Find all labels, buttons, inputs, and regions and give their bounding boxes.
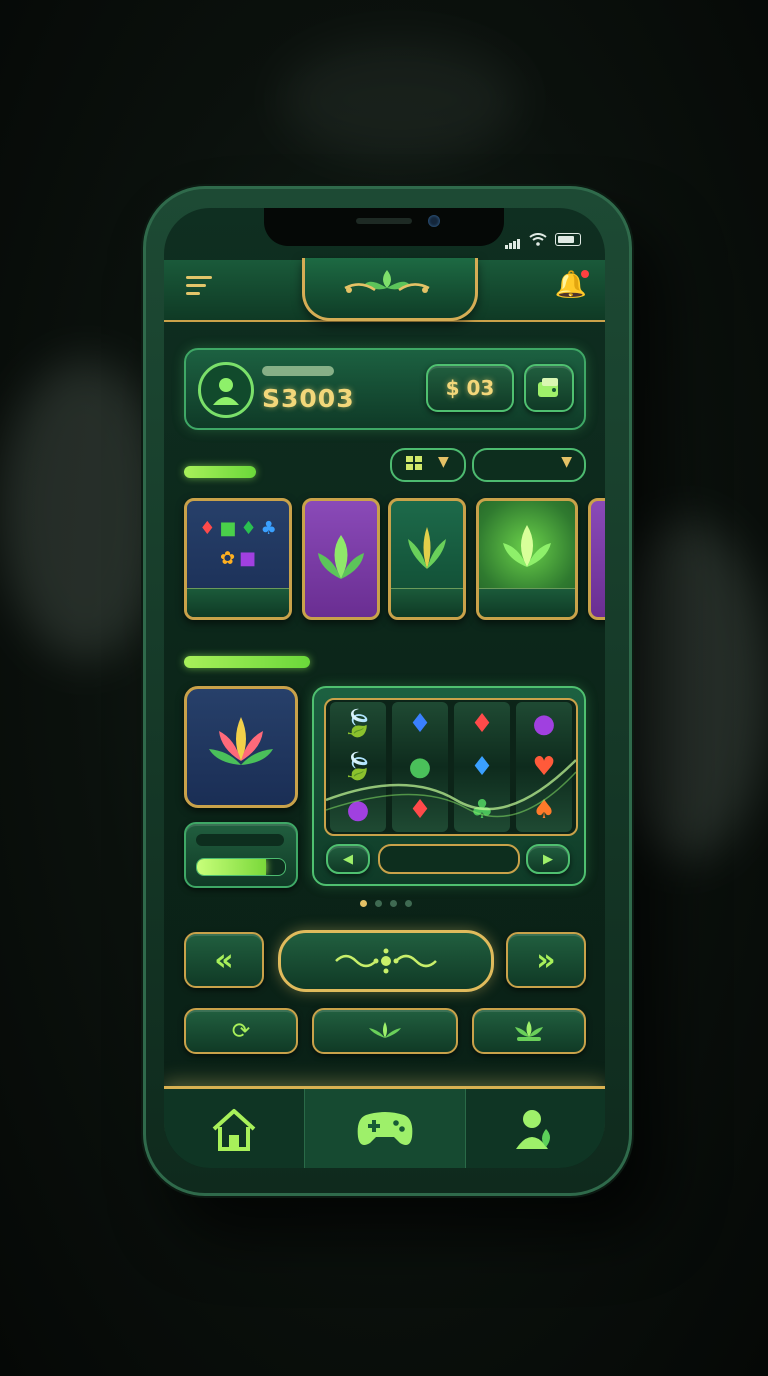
chevron-down-icon: ▼ <box>561 454 572 470</box>
slot-prev-button[interactable]: ◀ <box>326 844 370 874</box>
slot-next-button[interactable]: ▶ <box>526 844 570 874</box>
win-line-glow <box>326 759 576 818</box>
section-heading-bar <box>184 466 256 478</box>
pagination-dots <box>360 900 412 907</box>
pagination-dot[interactable] <box>390 900 397 907</box>
game-card[interactable]: ♦ ■ ♦ ♣ ✿ ■ <box>184 498 292 620</box>
balance-amount: S3003 <box>262 384 355 413</box>
nav-games[interactable] <box>304 1089 466 1168</box>
username-placeholder-bar <box>262 366 334 376</box>
plant-action-button[interactable] <box>472 1008 586 1054</box>
leaf-sprout-icon <box>369 1022 401 1038</box>
slot-bet-field[interactable] <box>378 844 520 874</box>
card-footer <box>479 588 575 617</box>
gamepad-icon <box>357 1112 413 1145</box>
game-card[interactable] <box>388 498 466 620</box>
game-card[interactable] <box>476 498 578 620</box>
user-avatar-icon[interactable] <box>198 362 254 418</box>
coins-value: $ 03 <box>445 376 495 400</box>
progress-label-bar <box>196 834 284 846</box>
nav-home[interactable] <box>164 1089 304 1168</box>
lotus-icon <box>187 689 295 799</box>
pagination-dot[interactable] <box>375 900 382 907</box>
coins-badge[interactable]: $ 03 <box>426 364 514 412</box>
wallet-icon[interactable] <box>524 364 574 412</box>
notch <box>264 208 504 246</box>
grid-view-toggle[interactable]: ▼ <box>390 448 466 482</box>
signal-icon <box>505 230 521 249</box>
featured-game-card[interactable] <box>184 686 298 808</box>
card-footer <box>391 588 463 617</box>
sprout-icon <box>391 501 463 597</box>
filter-dropdown[interactable]: ▼ <box>472 448 586 482</box>
pagination-dot[interactable] <box>405 900 412 907</box>
leaf-icon <box>305 501 377 617</box>
status-bar <box>505 230 581 249</box>
refresh-button[interactable]: ⟳ <box>184 1008 298 1054</box>
notification-dot <box>581 270 589 278</box>
pagination-dot[interactable] <box>360 900 367 907</box>
smoke-effect <box>280 40 520 160</box>
glowing-leaf-icon <box>479 501 575 597</box>
balance-panel: S3003 $ 03 <box>184 348 586 430</box>
leaf-action-button[interactable] <box>312 1008 458 1054</box>
app-header: 🔔 <box>164 258 605 322</box>
leaf-ornament-icon <box>344 270 430 293</box>
triangle-left-icon: ◀ <box>343 851 353 867</box>
bottom-nav <box>164 1086 605 1168</box>
hamburger-icon[interactable] <box>186 276 212 300</box>
spin-button[interactable] <box>278 930 494 992</box>
grid-icon <box>406 456 424 476</box>
profile-icon <box>515 1110 550 1149</box>
section-heading-bar <box>184 656 310 668</box>
triangle-right-icon: ▶ <box>543 851 553 867</box>
game-card[interactable] <box>302 498 380 620</box>
game-card[interactable] <box>588 498 605 620</box>
speaker <box>356 218 412 224</box>
header-crest <box>302 258 478 321</box>
slot-reels: 🍃 🍃 ● ♦ ● ♦ ♦ ♦ ♣ ● ♥ ♠ <box>324 698 578 836</box>
forward-button[interactable]: » <box>506 932 586 988</box>
home-icon <box>212 1109 256 1151</box>
plant-icon <box>515 1021 543 1041</box>
double-chevron-left-icon: « <box>214 942 234 978</box>
nav-profile[interactable] <box>464 1089 605 1168</box>
wifi-icon <box>529 233 547 246</box>
double-chevron-right-icon: » <box>536 942 556 978</box>
chevron-down-icon: ▼ <box>438 454 449 470</box>
progress-panel <box>184 822 298 888</box>
battery-icon <box>555 233 581 246</box>
ornament-icon <box>335 948 437 974</box>
rewind-button[interactable]: « <box>184 932 264 988</box>
camera <box>428 215 440 227</box>
card-footer <box>187 588 289 617</box>
progress-bar <box>196 858 286 876</box>
gem-grid-icon: ♦ ■ ♦ ♣ ✿ ■ <box>199 517 277 569</box>
refresh-icon: ⟳ <box>231 1018 251 1044</box>
phone-screen: 🔔 S3003 $ 03 ▼ ▼ ♦ ■ ♦ ♣ ✿ ■ 🍃 🍃 ● ♦ ● ♦… <box>164 208 605 1168</box>
progress-fill <box>197 859 266 875</box>
slot-machine: 🍃 🍃 ● ♦ ● ♦ ♦ ♦ ♣ ● ♥ ♠ ◀ ▶ <box>312 686 586 886</box>
